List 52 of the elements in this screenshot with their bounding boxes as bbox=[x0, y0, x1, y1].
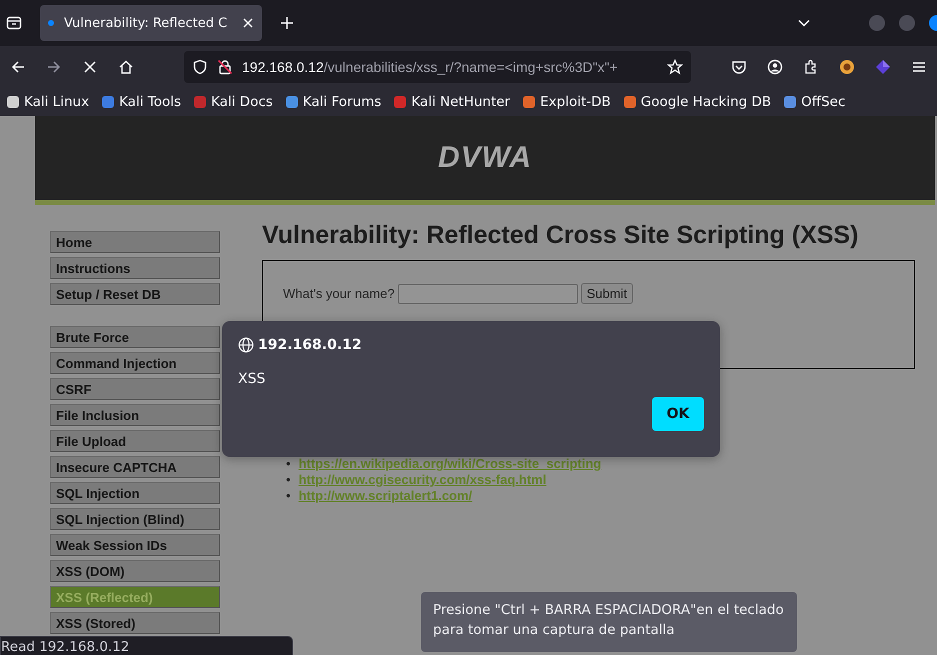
bullet: • bbox=[286, 456, 291, 472]
home-icon[interactable] bbox=[118, 59, 134, 75]
name-label: What's your name? bbox=[283, 286, 395, 301]
menu-item[interactable]: Setup / Reset DB bbox=[50, 283, 220, 305]
bookmark-link[interactable]: Kali Docs bbox=[193, 94, 273, 110]
bookmark-link[interactable]: Kali Linux bbox=[6, 94, 90, 110]
submit-button[interactable]: Submit bbox=[580, 283, 634, 304]
menu-item[interactable]: SQL Injection (Blind) bbox=[50, 508, 220, 530]
close-icon[interactable] bbox=[242, 17, 254, 29]
status-text: Read 192.168.0.12 bbox=[0, 636, 293, 655]
ok-button[interactable]: OK bbox=[652, 397, 704, 431]
page-heading: Vulnerability: Reflected Cross Site Scripting (XSS) bbox=[262, 221, 860, 250]
menu-item[interactable]: Home bbox=[50, 231, 220, 253]
menu-item[interactable]: XSS (DOM) bbox=[50, 560, 220, 582]
browser-tab[interactable]: Vulnerability: Reflected C bbox=[40, 5, 262, 41]
menu-item[interactable]: CSRF bbox=[50, 378, 220, 400]
account-icon[interactable] bbox=[767, 59, 783, 75]
shield-icon bbox=[192, 59, 208, 75]
pocket-icon[interactable] bbox=[731, 59, 747, 75]
menu-item[interactable]: Weak Session IDs bbox=[50, 534, 220, 556]
bookmark-link[interactable]: Kali Forums bbox=[284, 94, 382, 110]
menu-item[interactable]: Instructions bbox=[50, 257, 220, 279]
forward-icon[interactable] bbox=[46, 59, 62, 75]
new-tab-icon[interactable] bbox=[280, 16, 294, 30]
stop-icon[interactable] bbox=[82, 59, 98, 75]
back-icon[interactable] bbox=[10, 59, 26, 75]
address-bar[interactable]: 192.168.0.12/vulnerabilities/xss_r/?name=<img+src%3D"x"+ bbox=[184, 51, 691, 83]
menu-item[interactable]: File Inclusion bbox=[50, 404, 220, 426]
bookmark-link[interactable]: Exploit-DB bbox=[522, 94, 611, 110]
tab-list-icon[interactable] bbox=[6, 15, 22, 31]
dialog-title: 192.168.0.12 bbox=[258, 337, 362, 353]
bookmark-link[interactable]: Kali NetHunter bbox=[393, 94, 510, 110]
dialog-message: XSS bbox=[238, 371, 266, 387]
name-field[interactable] bbox=[398, 284, 578, 304]
insecure-lock-icon bbox=[217, 59, 233, 75]
screenshot-tooltip: Presione "Ctrl + BARRA ESPACIADORA"en el teclado para tomar una captura de pantalla bbox=[421, 592, 797, 652]
diamond-icon[interactable] bbox=[875, 59, 891, 75]
star-icon[interactable] bbox=[667, 59, 683, 75]
menu-item[interactable]: Brute Force bbox=[50, 326, 220, 348]
menu-item[interactable]: Command Injection bbox=[50, 352, 220, 374]
extension-badge-icon[interactable] bbox=[839, 59, 855, 75]
bullet: • bbox=[286, 472, 291, 488]
menu-item[interactable]: File Upload bbox=[50, 430, 220, 452]
bullet: • bbox=[286, 488, 291, 504]
menu-item[interactable]: XSS (Stored) bbox=[50, 612, 220, 634]
bookmark-link[interactable]: OffSec bbox=[783, 94, 846, 110]
globe-icon bbox=[238, 337, 254, 353]
bookmark-link[interactable]: Kali Tools bbox=[101, 94, 181, 110]
menu-item[interactable]: SQL Injection bbox=[50, 482, 220, 504]
dvwa-logo: DVWA bbox=[438, 141, 532, 175]
menu-item[interactable]: Insecure CAPTCHA bbox=[50, 456, 220, 478]
bookmark-link[interactable]: Google Hacking DB bbox=[622, 94, 772, 110]
